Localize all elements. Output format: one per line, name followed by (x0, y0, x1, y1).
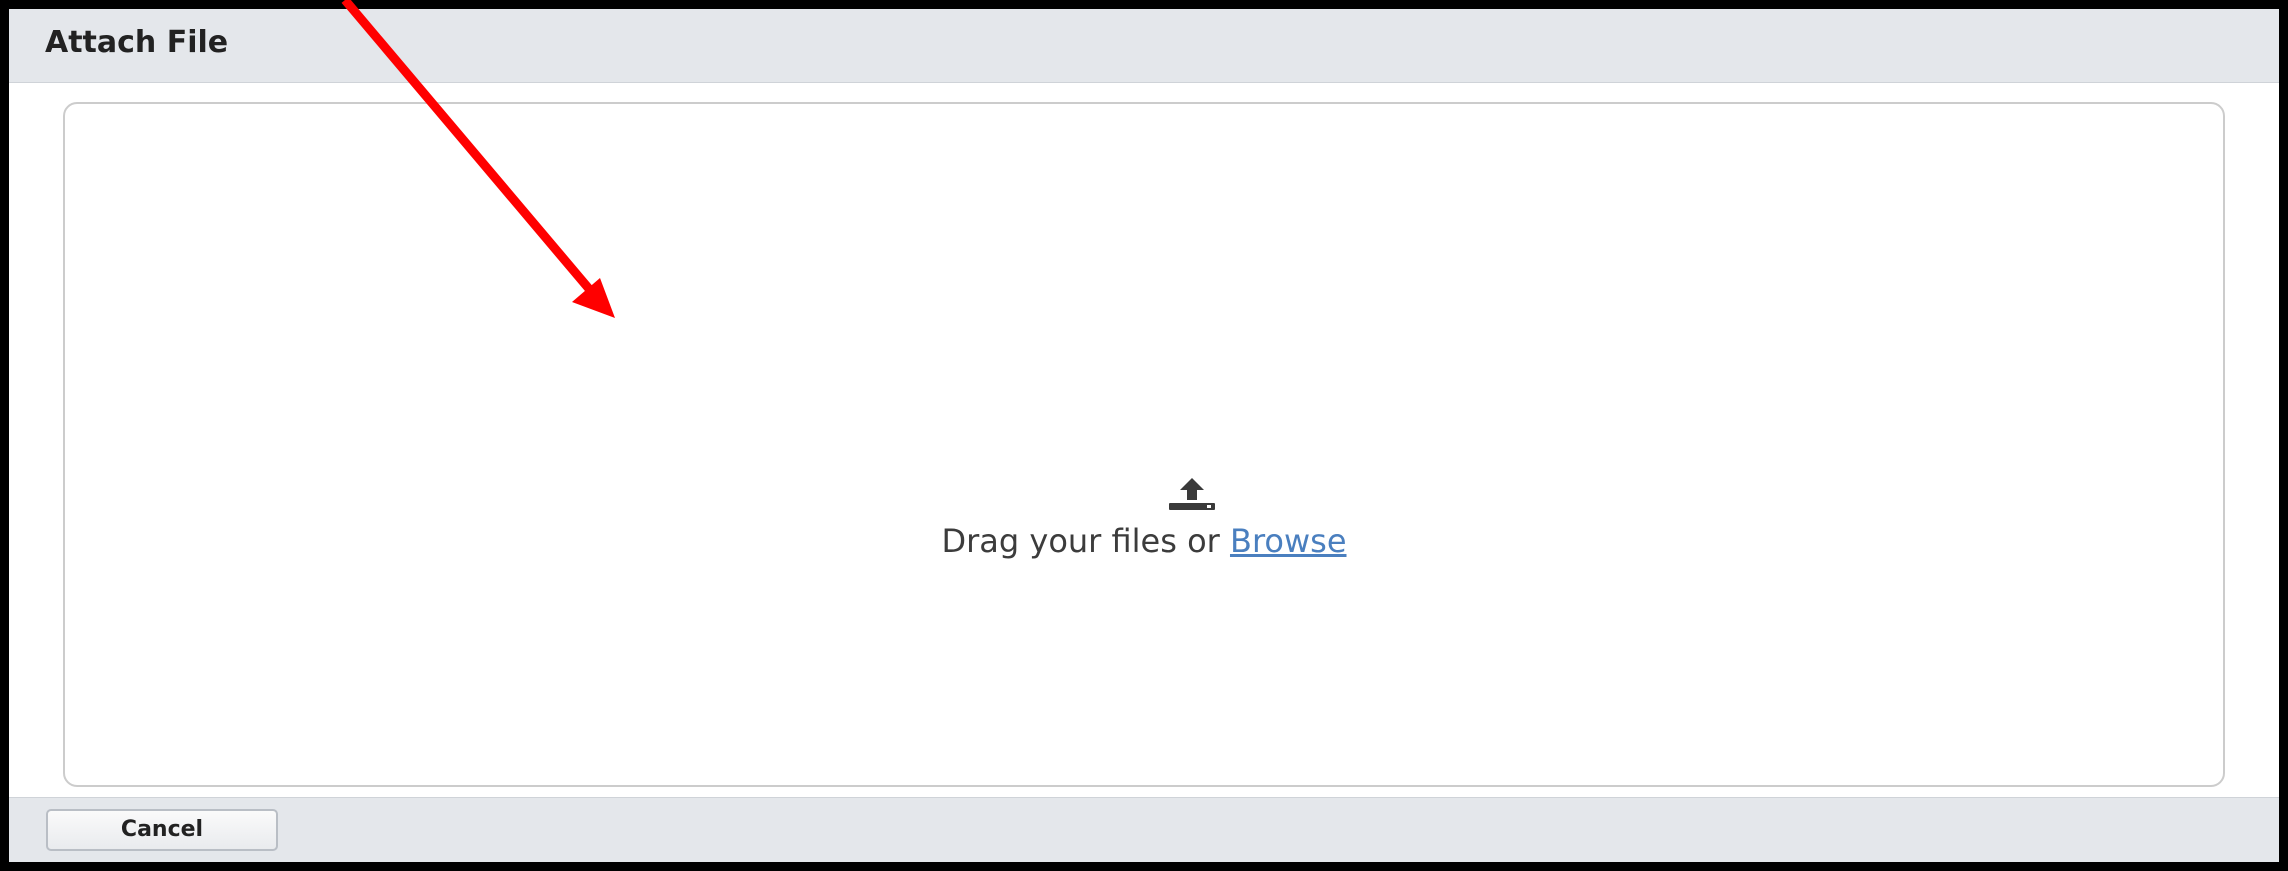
drag-files-text: Drag your files or (941, 522, 1230, 560)
dialog-footer: Cancel (9, 797, 2279, 862)
dialog-title-bar: Attach File (9, 9, 2279, 83)
upload-icon (1169, 478, 1215, 510)
attach-file-dialog: Attach File Drag your files or Browse Ca… (9, 9, 2279, 862)
screenshot-frame: Attach File Drag your files or Browse Ca… (0, 0, 2288, 871)
cancel-button[interactable]: Cancel (46, 809, 278, 851)
drop-zone-prompt: Drag your files or Browse (65, 522, 2223, 560)
browse-link[interactable]: Browse (1230, 522, 1347, 560)
file-drop-zone[interactable]: Drag your files or Browse (63, 102, 2225, 787)
dialog-title: Attach File (45, 25, 229, 60)
